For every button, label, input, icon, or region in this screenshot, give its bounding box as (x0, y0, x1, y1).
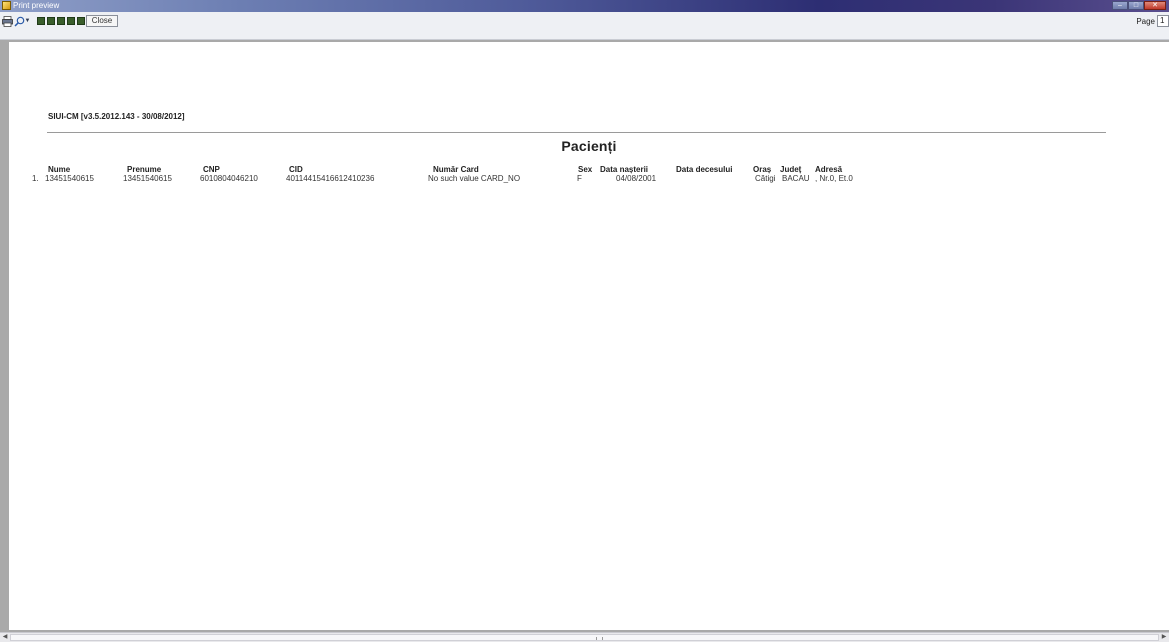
scroll-right-icon[interactable]: ▶ (1159, 633, 1169, 642)
printer-icon[interactable] (2, 16, 13, 27)
column-header-numar-card: Număr Card (433, 165, 479, 174)
cell-cid: 40114415416612410236 (286, 174, 375, 183)
column-header-prenume: Prenume (127, 165, 162, 174)
grip-icon (596, 637, 603, 640)
three-pages-view-button[interactable] (57, 17, 65, 25)
horizontal-scrollbar[interactable]: ◀ ▶ (0, 632, 1169, 642)
two-pages-view-button[interactable] (47, 17, 55, 25)
column-header-cid: CID (289, 165, 303, 174)
four-pages-view-button[interactable] (67, 17, 75, 25)
column-header-cnp: CNP (203, 165, 220, 174)
minimize-button[interactable]: – (1112, 1, 1128, 10)
report-page: SIUI-CM [v3.5.2012.143 - 30/08/2012] Pac… (9, 42, 1169, 630)
cell-judet: BACAU (782, 174, 810, 183)
preview-area[interactable]: SIUI-CM [v3.5.2012.143 - 30/08/2012] Pac… (0, 40, 1169, 632)
cell-data-nasterii: 04/08/2001 (616, 174, 657, 183)
maximize-button[interactable]: □ (1128, 1, 1144, 10)
column-header-data-nasterii: Data nașterii (600, 165, 649, 174)
report-title: Pacienți (561, 138, 617, 154)
column-header-nume: Nume (48, 165, 71, 174)
cell-prenume: 13451540615 (123, 174, 172, 183)
page-number-input[interactable]: 1 (1157, 15, 1169, 27)
column-header-judet: Județ (780, 165, 802, 174)
page-label: Page (1136, 17, 1155, 26)
six-pages-view-button[interactable] (77, 17, 85, 25)
close-window-button[interactable]: ✕ (1144, 1, 1166, 10)
column-header-data-decesului: Data decesului (676, 165, 733, 174)
scrollbar-thumb[interactable] (10, 634, 1159, 641)
app-icon (2, 1, 11, 10)
cell-adresa: , Nr.0, Et.0 (815, 174, 853, 183)
cell-nume: 13451540615 (45, 174, 94, 183)
chevron-down-icon[interactable]: ▼ (24, 16, 31, 27)
window-controls: – □ ✕ (1112, 1, 1166, 11)
cell-cnp: 6010804046210 (200, 174, 258, 183)
row-number: 1. (32, 174, 39, 183)
scroll-left-icon[interactable]: ◀ (0, 633, 10, 642)
close-button[interactable]: Close (86, 15, 118, 27)
header-divider (47, 132, 1106, 133)
cell-sex: F (577, 174, 582, 183)
column-header-oras: Oraș (753, 165, 772, 174)
column-header-sex: Sex (578, 165, 593, 174)
one-page-view-button[interactable] (37, 17, 45, 25)
column-header-adresa: Adresă (815, 165, 843, 174)
window-title: Print preview (13, 1, 60, 10)
report-header: SIUI-CM [v3.5.2012.143 - 30/08/2012] (48, 112, 185, 121)
cell-oras: Cătigi (755, 174, 776, 183)
toolbar: ▼ Close Page 1 (0, 12, 1169, 40)
title-bar: Print preview – □ ✕ (0, 0, 1169, 12)
cell-numar-card: No such value CARD_NO (428, 174, 521, 183)
